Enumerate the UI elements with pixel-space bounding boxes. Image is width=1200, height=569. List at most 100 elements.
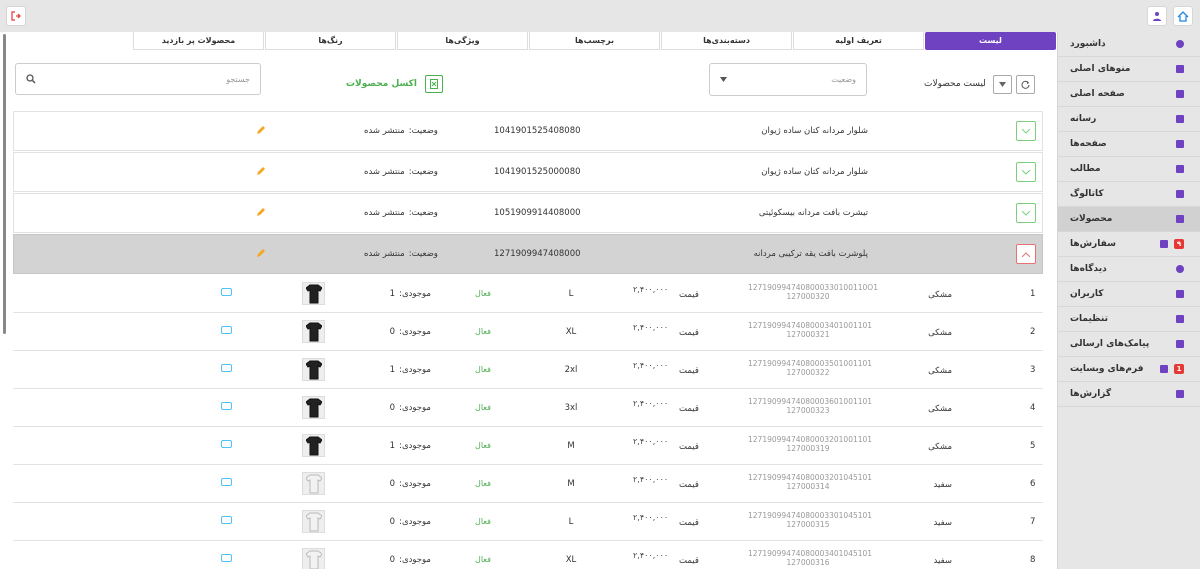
edit-icon[interactable] xyxy=(256,248,266,258)
variant-sku-line2: 127000319 xyxy=(786,444,830,453)
sidebar-item-7[interactable]: محصولات xyxy=(1058,207,1200,232)
history-icon xyxy=(1176,340,1184,348)
stock-value: 0 xyxy=(389,403,396,413)
sidebar-item-3[interactable]: رسانه xyxy=(1058,107,1200,132)
sidebar-item-9[interactable]: دیدگاه‌ها xyxy=(1058,257,1200,282)
home-button[interactable] xyxy=(1173,6,1193,26)
expand-toggle-button[interactable] xyxy=(1016,162,1036,182)
view-icon[interactable] xyxy=(221,440,232,448)
sidebar-item-14[interactable]: گزارش‌ها xyxy=(1058,382,1200,407)
sidebar-item-meta xyxy=(1176,390,1184,398)
sidebar-item-meta xyxy=(1176,215,1184,223)
variant-number: 5 xyxy=(1030,441,1036,451)
product-row[interactable]: شلوار مردانه کتان ساده ژیوان 104190152540… xyxy=(13,111,1043,151)
variant-color: مشکی xyxy=(928,404,952,414)
variant-stock: موجودی:0 xyxy=(390,479,431,489)
variant-stock: موجودی:0 xyxy=(390,327,431,337)
stock-label: موجودی: xyxy=(399,289,431,299)
sidebar-item-11[interactable]: تنظیمات xyxy=(1058,307,1200,332)
product-thumbnail xyxy=(302,396,325,419)
product-row[interactable]: پلوشرت بافت یقه ترکیبی مردانه 12719099474… xyxy=(13,234,1043,274)
tab-0[interactable]: لیست xyxy=(925,32,1056,50)
sidebar-item-8[interactable]: سفارش‌ها ۹ xyxy=(1058,232,1200,257)
edit-icon[interactable] xyxy=(256,166,266,176)
variant-sku: 12719099474080003501001101 127000322 xyxy=(748,359,872,377)
variant-sku-line1: 12719099474080003601001101 xyxy=(748,397,873,406)
sidebar-item-label: محصولات xyxy=(1070,214,1113,224)
search-placeholder: جستجو xyxy=(226,74,250,84)
variant-price: ۲,۴۰۰,۰۰۰ xyxy=(633,551,669,560)
variant-sku-line2: 127000315 xyxy=(786,520,830,529)
product-code: 1041901525408080 xyxy=(494,126,581,136)
view-icon[interactable] xyxy=(221,402,232,410)
pages-icon xyxy=(1176,140,1184,148)
variant-stock: موجودی:0 xyxy=(390,555,431,565)
sidebar-item-13[interactable]: فرم‌های وبسایت 1 xyxy=(1058,357,1200,382)
sidebar-item-label: منوهای اصلی xyxy=(1070,64,1131,74)
sidebar-item-4[interactable]: صفحه‌ها xyxy=(1058,132,1200,157)
tab-2[interactable]: دسته‌بندی‌ها xyxy=(661,32,792,50)
view-icon[interactable] xyxy=(221,478,232,486)
scrollbar[interactable] xyxy=(3,34,6,334)
variant-active-status: فعال xyxy=(475,327,491,336)
variant-sku: 12719099474080003601001101 127000323 xyxy=(748,397,873,415)
logout-button[interactable] xyxy=(6,6,26,26)
variant-size: XL xyxy=(565,555,577,565)
sidebar-item-2[interactable]: صفحه اصلی xyxy=(1058,82,1200,107)
sidebar-item-label: دیدگاه‌ها xyxy=(1070,264,1107,274)
sidebar-item-label: مطالب xyxy=(1070,164,1101,174)
product-code: 1271909947408000 xyxy=(494,249,581,259)
expand-toggle-button[interactable] xyxy=(1016,121,1036,141)
comment-icon xyxy=(1176,265,1184,273)
sidebar-item-10[interactable]: کاربران xyxy=(1058,282,1200,307)
view-icon[interactable] xyxy=(221,516,232,524)
expand-toggle-button[interactable] xyxy=(1016,203,1036,223)
edit-icon[interactable] xyxy=(256,125,266,135)
edit-icon[interactable] xyxy=(256,207,266,217)
excel-export-button[interactable]: اکسل محصولات xyxy=(346,75,443,93)
variant-price: ۲,۴۰۰,۰۰۰ xyxy=(633,437,669,446)
tab-1[interactable]: تعریف اولیه xyxy=(793,32,924,50)
variant-stock: موجودی:1 xyxy=(390,365,431,375)
price-label: قیمت xyxy=(679,404,699,414)
sidebar-item-0[interactable]: داشبورد xyxy=(1058,32,1200,57)
status-value: منتشر شده xyxy=(364,249,405,259)
tab-5[interactable]: رنگ‌ها xyxy=(265,32,396,50)
tab-4[interactable]: ویژگی‌ها xyxy=(397,32,528,50)
sidebar-item-meta: 1 xyxy=(1160,364,1184,374)
variant-sku: 12719099474080003301045101 127000315 xyxy=(748,511,873,529)
price-label: قیمت xyxy=(679,328,699,338)
dropdown-button[interactable] xyxy=(993,75,1012,94)
sidebar-item-1[interactable]: منوهای اصلی xyxy=(1058,57,1200,82)
status-value: منتشر شده xyxy=(364,126,405,136)
stock-label: موجودی: xyxy=(399,441,431,451)
price-label: قیمت xyxy=(679,556,699,566)
search-input[interactable]: جستجو xyxy=(15,63,261,95)
refresh-button[interactable] xyxy=(1016,75,1035,94)
sidebar-item-5[interactable]: مطالب xyxy=(1058,157,1200,182)
sidebar-item-12[interactable]: پیامک‌های ارسالی xyxy=(1058,332,1200,357)
product-row[interactable]: شلوار مردانه کتان ساده ژیوان 104190152500… xyxy=(13,152,1043,192)
expand-toggle-button[interactable] xyxy=(1016,244,1036,264)
sidebar-badge: 1 xyxy=(1174,364,1184,374)
variant-color: مشکی xyxy=(928,366,952,376)
view-icon[interactable] xyxy=(221,554,232,562)
tab-3[interactable]: برچسب‌ها xyxy=(529,32,660,50)
cart-icon xyxy=(1160,240,1168,248)
product-name: پلوشرت بافت یقه ترکیبی مردانه xyxy=(753,249,868,259)
status-select[interactable]: وضعیت xyxy=(709,63,867,96)
variant-number: 3 xyxy=(1030,365,1036,375)
user-button[interactable] xyxy=(1147,6,1167,26)
view-icon[interactable] xyxy=(221,326,232,334)
variant-row: 3 مشکی 12719099474080003501001101 127000322… xyxy=(13,351,1043,389)
view-icon[interactable] xyxy=(221,288,232,296)
product-row[interactable]: تیشرت بافت مردانه بیسکوئیتی 1051909914408… xyxy=(13,193,1043,233)
sidebar-item-label: پیامک‌های ارسالی xyxy=(1070,339,1150,349)
product-thumbnail xyxy=(302,358,325,381)
view-icon[interactable] xyxy=(221,364,232,372)
sidebar-item-meta xyxy=(1176,65,1184,73)
tab-6[interactable]: محصولات پر بازدید xyxy=(133,32,264,50)
variant-sku-line1: 12719099474080003301045101 xyxy=(748,511,873,520)
sidebar-item-6[interactable]: کاتالوگ xyxy=(1058,182,1200,207)
variant-sku-line2: 127000323 xyxy=(786,406,830,415)
